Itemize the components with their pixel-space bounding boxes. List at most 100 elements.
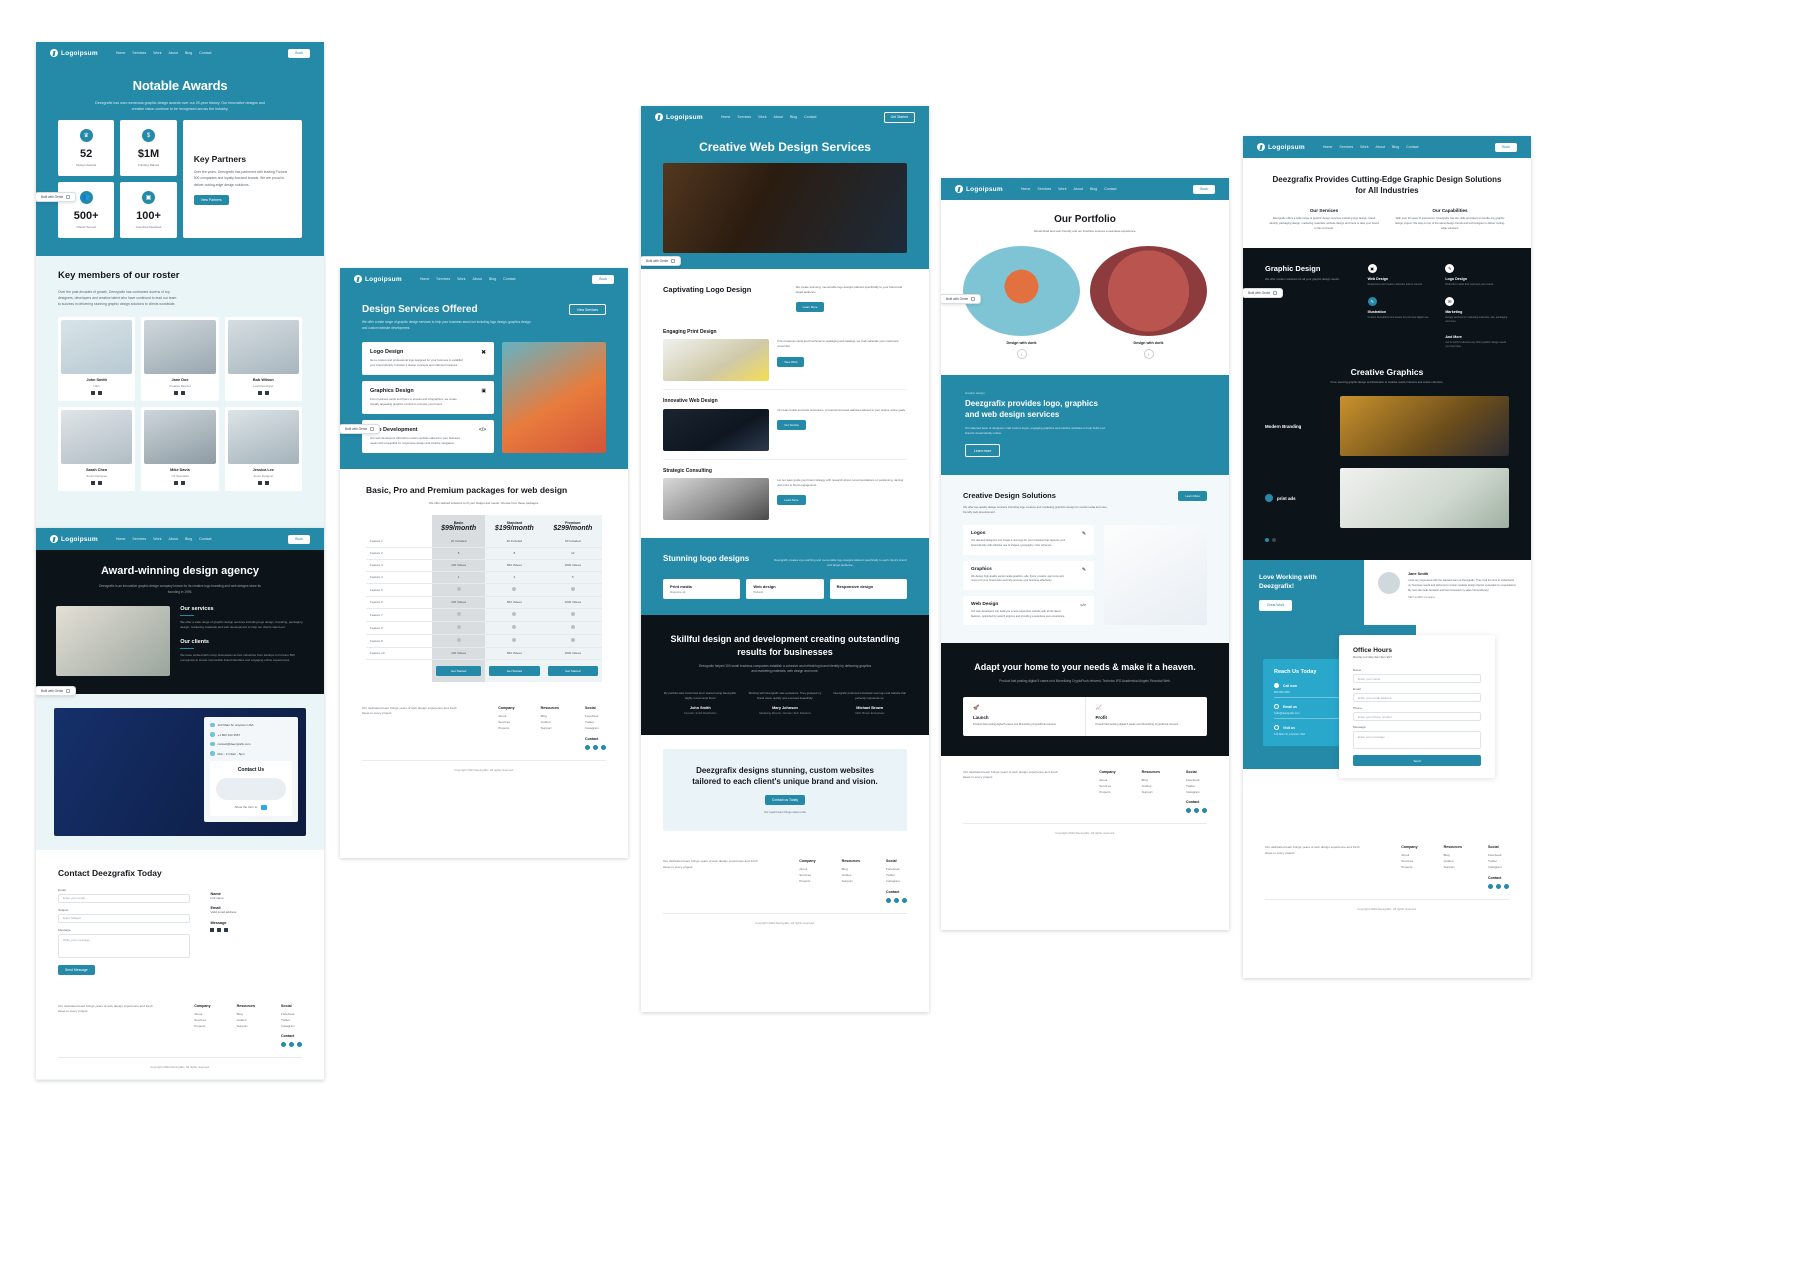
linkedin-icon[interactable] [1202,808,1207,814]
footer-link[interactable]: Projects [194,1024,210,1030]
nav-item-about[interactable]: About [1376,145,1385,149]
tile-responsive-design[interactable]: Responsive design [829,579,907,600]
twitter-icon[interactable] [257,391,262,396]
footer-link[interactable]: Projects [498,726,514,732]
learn-more-button[interactable]: Learn More [795,302,825,313]
linkedin-icon[interactable] [181,481,186,486]
nav-item-blog[interactable]: Blog [1090,187,1097,191]
facebook-icon[interactable] [1186,808,1191,814]
brand-logo[interactable]: Logoipsum [50,49,98,57]
nav-item-blog[interactable]: Blog [185,51,192,55]
team-social[interactable] [61,391,132,396]
team-social[interactable] [144,481,215,486]
nav-item-services[interactable]: Services [132,537,146,541]
navbar[interactable]: Logoipsum Home Services Work About Blog … [36,42,324,64]
solution-card-logos[interactable]: Logos Our talented designers can create … [963,525,1095,555]
footer-link[interactable]: Projects [1099,790,1115,796]
navbar[interactable]: Logoipsum Home Services Work About Blog … [641,106,929,128]
nav-item-services[interactable]: Services [1339,145,1353,149]
tile-print-media[interactable]: Print media Magazine ad [663,579,741,600]
arrow-right-icon[interactable]: › [1143,349,1154,360]
portfolio-item[interactable]: Design with dorik › [1090,246,1207,360]
nav-item-contact[interactable]: Contact [804,115,816,119]
book-button[interactable]: Book [1193,184,1215,194]
built-with-genie-badge[interactable]: Built with Genie [36,192,77,202]
nav-item-work[interactable]: Work [1360,145,1368,149]
radio-icon[interactable] [1274,704,1279,710]
solution-card-graphics[interactable]: Graphics We design high-quality social m… [963,560,1095,590]
built-with-genie-badge[interactable]: Built with Genie [36,686,77,696]
nav-item-services[interactable]: Services [1037,187,1051,191]
service-card-logo-design[interactable]: Logo Design Get a custom and professiona… [362,341,495,375]
built-with-genie-badge[interactable]: Built with Genie [641,256,682,266]
footer-social[interactable] [886,898,907,904]
nav-links[interactable]: Home Services Work About Blog Contact [116,51,212,55]
nav-item-home[interactable]: Home [1323,145,1333,149]
facebook-icon[interactable] [281,1042,286,1048]
team-social[interactable] [228,481,299,486]
message-field[interactable]: Enter your message [1353,731,1481,750]
nav-item-about[interactable]: About [774,115,783,119]
nav-links[interactable]: Home Services Work About Blog Contact [721,115,817,119]
nav-item-services[interactable]: Services [436,277,450,281]
footer-link[interactable]: Support [1142,790,1160,796]
facebook-icon[interactable] [1488,883,1493,889]
footer-link[interactable]: Instagram [1186,790,1207,796]
send-button[interactable]: Send [1353,755,1481,767]
twitter-icon[interactable] [593,744,598,750]
twitter-icon[interactable] [289,1042,294,1048]
footer-link[interactable]: Instagram [585,726,606,732]
footer-link[interactable]: Instagram [1488,865,1509,871]
twitter-icon[interactable] [1194,808,1199,814]
footer-link[interactable]: Support [842,879,860,885]
built-with-genie-badge[interactable]: Built with Genie [1243,288,1284,298]
footer-link[interactable]: Instagram [886,879,907,885]
brand-logo[interactable]: Logoipsum [655,113,703,121]
linkedin-icon[interactable] [902,898,907,904]
footer-link[interactable]: Instagram [281,1024,302,1030]
footer-social[interactable] [1186,808,1207,814]
nav-item-work[interactable]: Work [1058,187,1066,191]
footer-link[interactable]: Support [541,726,559,732]
nav-item-services[interactable]: Services [737,115,751,119]
name-field[interactable]: Enter your name [1353,674,1481,684]
view-partners-button[interactable]: View Partners [193,194,229,205]
facebook-icon[interactable] [585,744,590,750]
nav-item-home[interactable]: Home [116,537,126,541]
twitter-icon[interactable] [217,927,222,932]
twitter-icon[interactable] [174,481,179,486]
footer-social[interactable] [1488,883,1509,889]
book-button[interactable]: Book [288,48,310,58]
nav-item-blog[interactable]: Blog [489,277,496,281]
navbar[interactable]: Logoipsum Home Services Work About Blog … [1243,136,1531,158]
linkedin-icon[interactable] [224,927,229,932]
nav-item-home[interactable]: Home [721,115,731,119]
team-social[interactable] [144,391,215,396]
book-button[interactable]: Book [288,534,310,544]
send-message-button[interactable]: Send Message [58,964,95,975]
nav-item-about[interactable]: About [169,537,178,541]
twitter-icon[interactable] [894,898,899,904]
book-button[interactable]: Book [1495,142,1517,152]
solution-card-web-design[interactable]: Web Design Our web developers can build … [963,595,1095,626]
navbar[interactable]: Logoipsum Home Services Work About Blog … [941,178,1229,200]
view-services-button[interactable]: View Services [568,304,606,315]
footer-link[interactable]: Projects [799,879,815,885]
arrow-right-icon[interactable]: › [1016,349,1027,360]
nav-item-about[interactable]: About [169,51,178,55]
nav-item-about[interactable]: About [1074,187,1083,191]
nav-item-contact[interactable]: Contact [199,51,211,55]
brand-logo[interactable]: Logoipsum [354,275,402,283]
get-started-standard-button[interactable]: Get Started [489,665,540,676]
get-started-basic-button[interactable]: Get Started [436,665,482,676]
footer-social[interactable] [281,1042,302,1048]
service-card-graphics-design[interactable]: Graphics Design From business cards and … [362,380,495,414]
contact-us-today-button[interactable]: Contact us Today [764,794,806,805]
dot-icon[interactable] [1272,538,1276,543]
get-started-premium-button[interactable]: Get Started [547,665,598,676]
learn-more-button[interactable]: Learn More [1178,491,1207,502]
nav-item-blog[interactable]: Blog [1392,145,1399,149]
great-work-button[interactable]: Great Work [1259,599,1293,611]
learn-more-button[interactable]: Learn more [965,444,1001,458]
nav-item-contact[interactable]: Contact [1406,145,1418,149]
